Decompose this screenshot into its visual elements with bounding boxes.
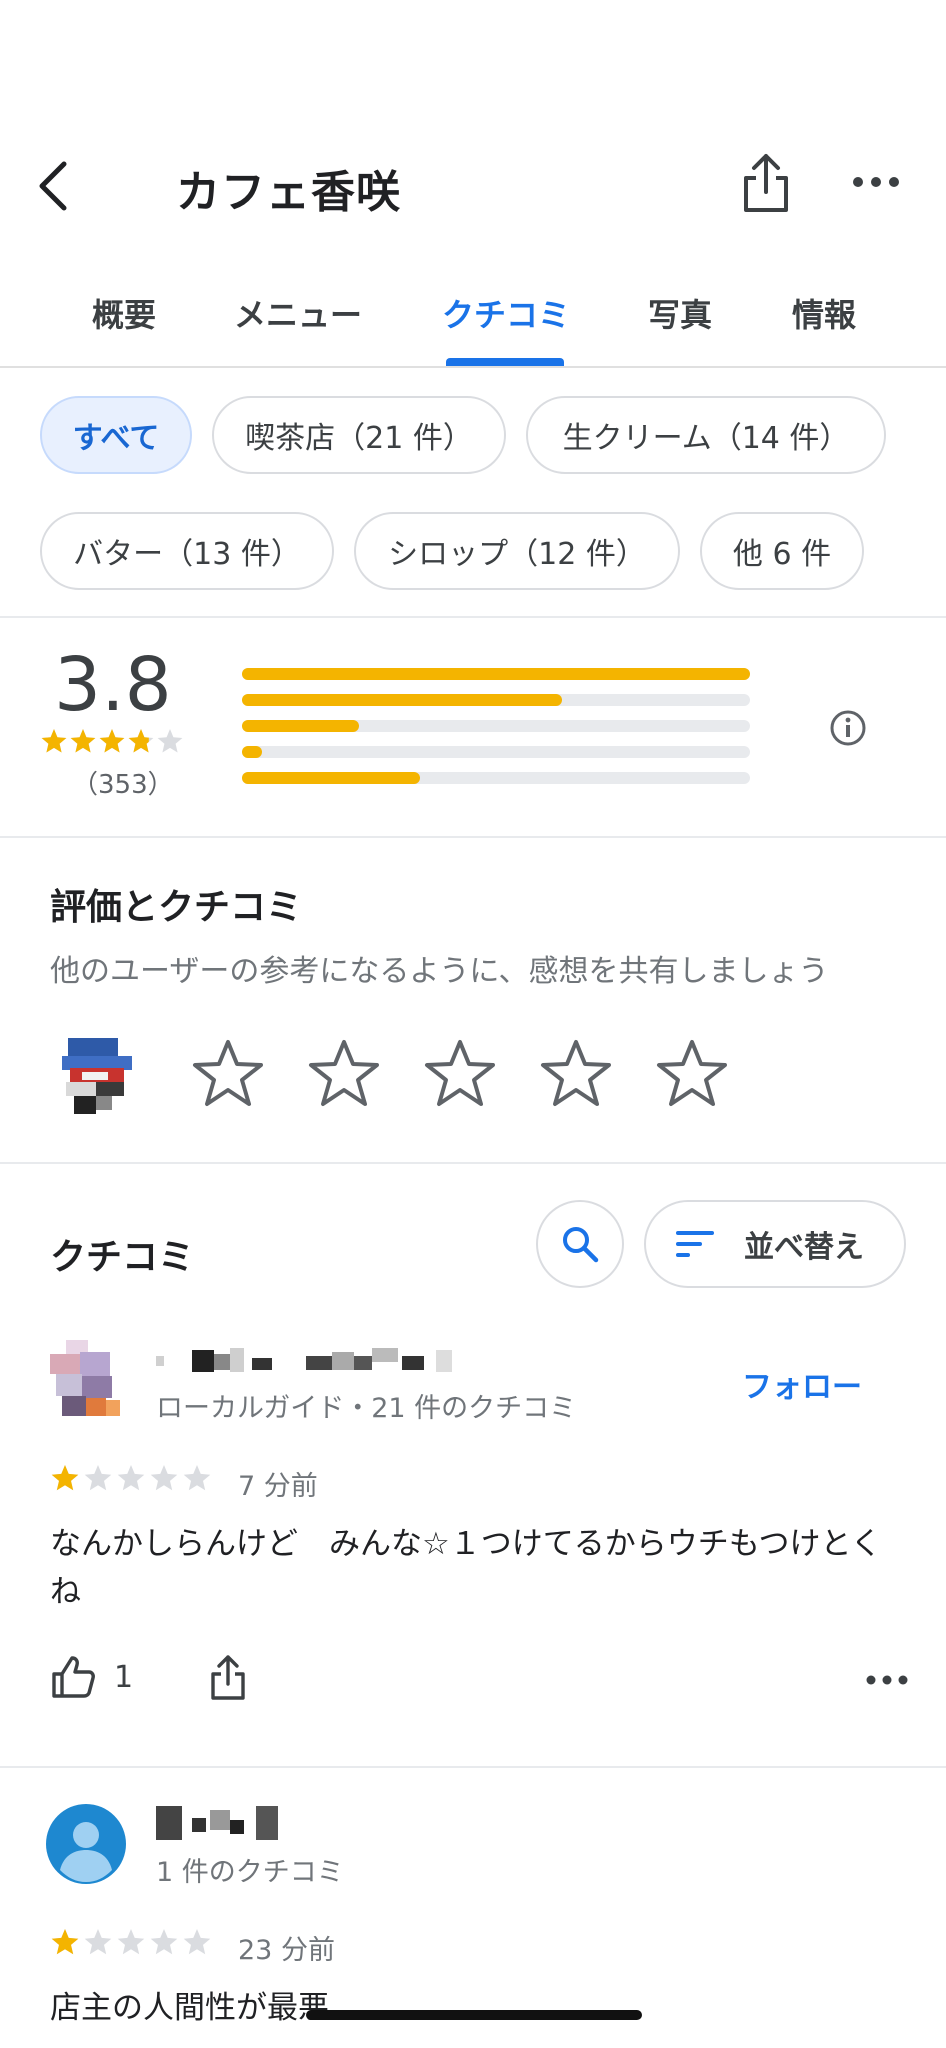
- like-count: 1: [114, 1659, 134, 1695]
- filter-chip-kissaten[interactable]: 喫茶店（21 件）: [212, 396, 506, 474]
- star-icon: [183, 1465, 211, 1491]
- star-filled-icon: [51, 1465, 79, 1491]
- star-icon: [84, 1929, 112, 1955]
- filter-chip-syrup[interactable]: シロップ（12 件）: [354, 512, 680, 590]
- rate-star-5-icon[interactable]: [654, 1036, 730, 1112]
- like-button[interactable]: 1: [50, 1654, 133, 1700]
- average-rating-stars: [40, 728, 186, 762]
- rating-bar-fill: [242, 694, 563, 706]
- star-icon: [150, 1465, 178, 1491]
- star-icon: [84, 1465, 112, 1491]
- search-icon: [563, 1227, 599, 1263]
- rate-section-title: 評価とクチコミ: [50, 887, 303, 928]
- back-button[interactable]: [30, 158, 80, 214]
- rating-bar-fill: [242, 746, 263, 758]
- review-text: なんかしらんけど みんな☆１つけてるからウチもつけとくね: [50, 1526, 882, 1610]
- rate-star-1-icon[interactable]: [190, 1036, 266, 1112]
- tab-menu[interactable]: メニュー: [234, 290, 362, 336]
- review-stars: [51, 1929, 211, 1955]
- star-icon: [150, 1929, 178, 1955]
- rate-section-subtitle: 他のユーザーの参考になるように、感想を共有しましょう: [50, 954, 829, 989]
- divider: [0, 836, 946, 838]
- share-button[interactable]: [738, 152, 794, 216]
- thumbs-up-icon: [52, 1656, 95, 1698]
- review-count: （353）: [72, 770, 174, 800]
- filter-chip-butter[interactable]: バター（13 件）: [40, 512, 334, 590]
- reviewer-meta: ローカルガイド・21 件のクチコミ: [156, 1393, 577, 1424]
- search-reviews-button[interactable]: [536, 1200, 624, 1288]
- rating-bar-5: [242, 668, 750, 680]
- tab-overview[interactable]: 概要: [92, 290, 156, 336]
- reviewer-name-pixelated: [156, 1806, 278, 1840]
- sort-icon: [676, 1231, 714, 1257]
- sort-label: 並べ替え: [744, 1230, 864, 1265]
- rate-star-3-icon[interactable]: [422, 1036, 498, 1112]
- star-filled-icon: [51, 1929, 79, 1955]
- tab-photos[interactable]: 写真: [648, 290, 712, 336]
- review-time: 23 分前: [238, 1935, 335, 1966]
- reviewer-meta: 1 件のクチコミ: [156, 1857, 344, 1888]
- reviewer-avatar[interactable]: [46, 1804, 126, 1884]
- share-icon: [744, 154, 788, 212]
- star-filled-icon: [70, 729, 96, 753]
- star-icon: [157, 729, 183, 753]
- tab-reviews[interactable]: クチコミ: [442, 290, 570, 336]
- chevron-left-icon: [39, 161, 67, 211]
- share-icon: [211, 1655, 245, 1700]
- reviews-section-title: クチコミ: [50, 1237, 195, 1278]
- average-rating: 3.8: [54, 642, 172, 728]
- divider: [0, 1162, 946, 1164]
- star-filled-icon: [99, 729, 125, 753]
- more-horizontal-icon: [853, 177, 899, 187]
- rating-bar-3: [242, 720, 750, 732]
- rating-bar-2: [242, 746, 750, 758]
- reviewer-name-pixelated: [156, 1348, 452, 1372]
- rating-bar-4: [242, 694, 750, 706]
- rate-star-4-icon[interactable]: [538, 1036, 614, 1112]
- info-icon: [830, 710, 866, 746]
- info-button[interactable]: [828, 708, 868, 748]
- rating-bar-1: [242, 772, 750, 784]
- review-text: 店主の人間性が最悪: [50, 1990, 329, 2026]
- star-icon: [117, 1465, 145, 1491]
- filter-chip-cream[interactable]: 生クリーム（14 件）: [526, 396, 886, 474]
- reviewer-avatar[interactable]: [46, 1340, 126, 1420]
- filter-chip-more[interactable]: 他 6 件: [700, 512, 864, 590]
- follow-button[interactable]: フォロー: [742, 1362, 862, 1406]
- review-share-button[interactable]: [208, 1654, 248, 1702]
- rating-bar-fill: [242, 772, 420, 784]
- review-more-button[interactable]: [866, 1670, 908, 1690]
- star-filled-icon: [41, 729, 67, 753]
- more-options-button[interactable]: [852, 170, 900, 194]
- place-tabs: 概要 メニュー クチコミ 写真 情報: [0, 270, 946, 368]
- rate-star-2-icon[interactable]: [306, 1036, 382, 1112]
- divider: [0, 616, 946, 618]
- tab-info[interactable]: 情報: [792, 290, 856, 336]
- star-icon: [183, 1929, 211, 1955]
- home-indicator: [306, 2010, 642, 2020]
- divider: [0, 1766, 946, 1768]
- star-icon: [117, 1929, 145, 1955]
- rating-bar-fill: [242, 668, 750, 680]
- place-title: カフェ香咲: [176, 167, 401, 218]
- review-stars: [51, 1465, 211, 1491]
- sort-button[interactable]: 並べ替え: [644, 1200, 906, 1288]
- review-time: 7 分前: [238, 1471, 318, 1502]
- user-avatar: [56, 1036, 136, 1116]
- rating-bar-fill: [242, 720, 359, 732]
- more-horizontal-icon: [866, 1675, 908, 1685]
- active-tab-indicator: [446, 358, 564, 366]
- filter-chip-all[interactable]: すべて: [40, 396, 192, 474]
- app-header: カフェ香咲: [0, 140, 946, 230]
